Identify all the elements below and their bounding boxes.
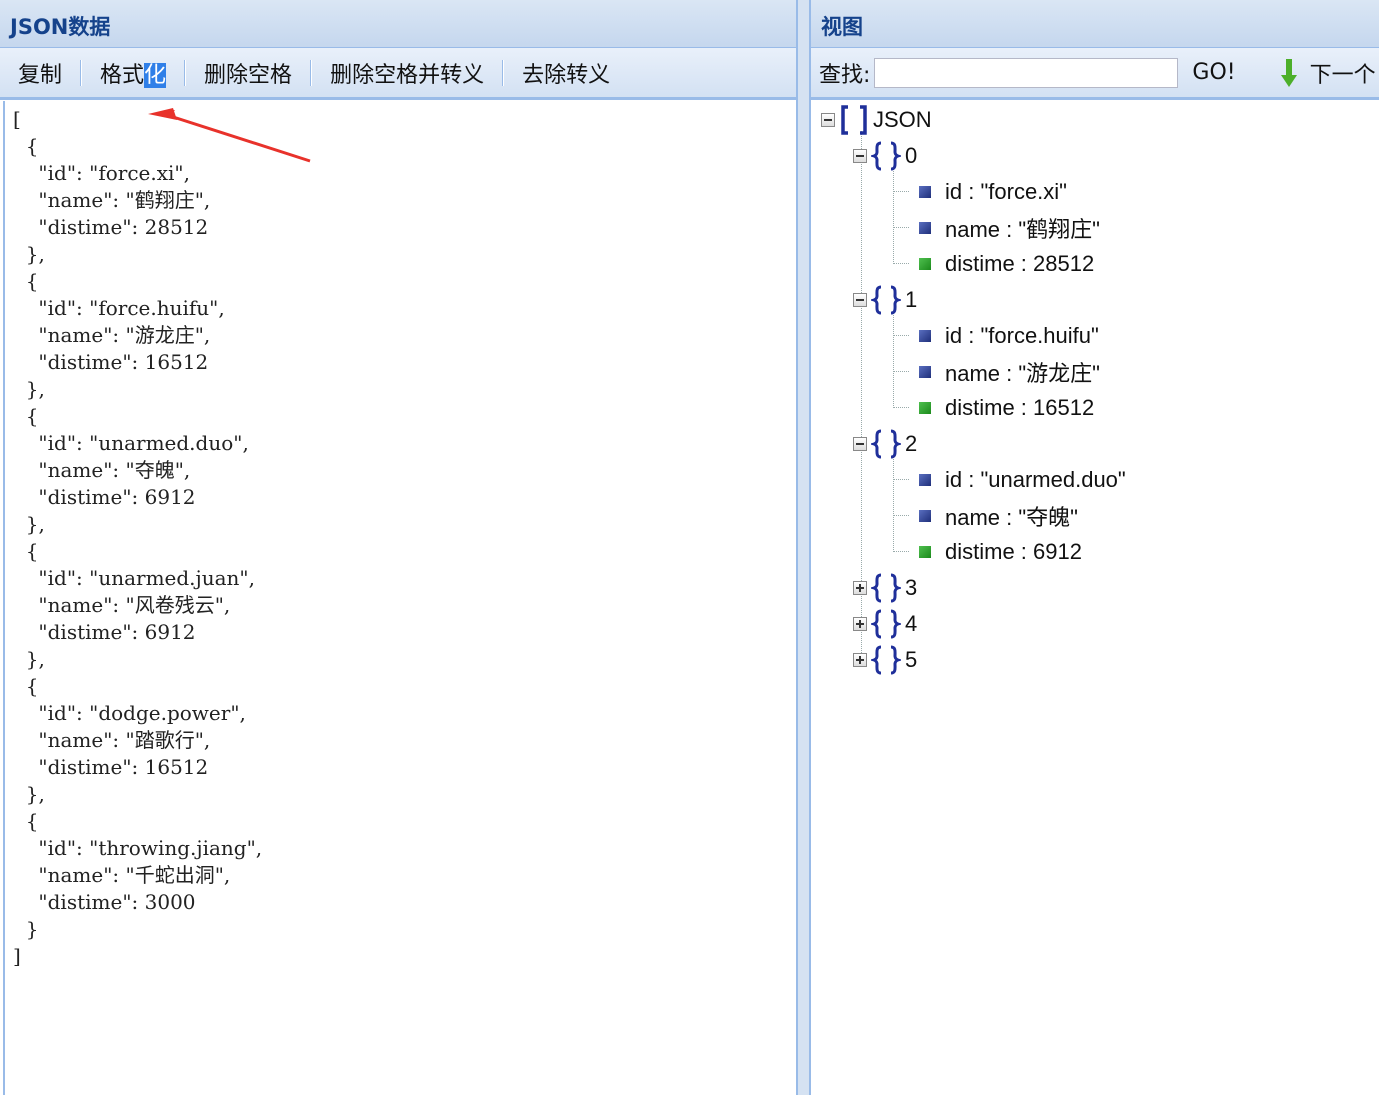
tree-object-node[interactable]: 1 <box>853 282 917 318</box>
collapse-icon[interactable] <box>853 149 867 163</box>
expand-icon[interactable] <box>853 653 867 667</box>
array-icon <box>841 105 867 135</box>
object-icon <box>871 609 901 639</box>
tree-leaf-node[interactable]: id : "force.huifu" <box>919 318 1099 354</box>
annotation-arrow-icon <box>148 108 311 163</box>
view-panel-title: 视图 <box>811 0 1379 48</box>
json-data-panel: JSON数据 复制 格式化 删除空格 删除空格并转义 去除转义 [ { "id"… <box>0 0 797 1095</box>
tree-leaf-node[interactable]: name : "鹤翔庄" <box>919 210 1100 246</box>
next-button[interactable]: 下一个 <box>1280 57 1376 89</box>
tree-leaf-label: id : "unarmed.duo" <box>945 467 1126 492</box>
tree-connector <box>893 263 909 264</box>
tree-connector <box>893 515 909 516</box>
json-tree: JSON 0 id : "force.xi" name : "鹤翔庄" dist… <box>811 101 1379 1095</box>
tree-connector <box>893 169 894 264</box>
collapse-icon[interactable] <box>821 113 835 127</box>
tree-node-key: 4 <box>905 611 918 636</box>
tree-leaf-label: name : "夺魄" <box>945 505 1078 530</box>
tree-leaf-node[interactable]: distime : 16512 <box>919 390 1094 426</box>
tree-connector <box>893 407 909 408</box>
toolbar-separator <box>184 59 187 86</box>
copy-button[interactable]: 复制 <box>8 57 72 89</box>
tree-node-key: 1 <box>905 287 918 312</box>
number-value-icon <box>919 546 931 558</box>
expand-icon[interactable] <box>853 617 867 631</box>
number-value-icon <box>919 402 931 414</box>
search-toolbar: 查找: GO! 下一个 <box>811 48 1379 100</box>
tree-connector <box>893 551 909 552</box>
remove-escape-button[interactable]: 去除转义 <box>512 57 620 89</box>
string-value-icon <box>919 510 931 522</box>
tree-leaf-label: distime : 28512 <box>945 251 1095 276</box>
object-icon <box>871 285 901 315</box>
string-value-icon <box>919 186 931 198</box>
remove-spaces-button[interactable]: 删除空格 <box>194 57 302 89</box>
number-value-icon <box>919 258 931 270</box>
string-value-icon <box>919 222 931 234</box>
view-panel: 视图 查找: GO! 下一个 JSON 0 id: "force.xi" na… <box>810 0 1379 1095</box>
toolbar-separator <box>80 59 83 86</box>
tree-object-node[interactable]: 5 <box>853 642 917 678</box>
search-label: 查找: <box>819 62 871 88</box>
tree-node-key: 5 <box>905 647 918 672</box>
object-icon <box>871 573 901 603</box>
remove-spaces-escape-button[interactable]: 删除空格并转义 <box>320 57 494 89</box>
string-value-icon <box>919 330 931 342</box>
tree-leaf-label: name : "鹤翔庄" <box>945 217 1100 242</box>
tree-leaf-node[interactable]: name : "游龙庄" <box>919 354 1100 390</box>
collapse-icon[interactable] <box>853 293 867 307</box>
tree-leaf-label: distime : 6912 <box>945 539 1082 564</box>
tree-leaf-label: id : "force.xi" <box>945 179 1067 204</box>
tree-object-node[interactable]: 2 <box>853 426 917 462</box>
tree-connector <box>893 313 894 408</box>
search-input[interactable] <box>874 57 1179 88</box>
tree-leaf-node[interactable]: distime : 28512 <box>919 246 1094 282</box>
json-data-panel-title: JSON数据 <box>0 0 796 48</box>
tree-object-node[interactable]: 3 <box>853 570 917 606</box>
tree-connector <box>893 227 909 228</box>
tree-connector <box>893 457 894 552</box>
format-button-selected-text: 化 <box>144 62 167 88</box>
json-editor[interactable]: [ { "id": "force.xi", "name": "鹤翔庄", "di… <box>3 101 794 1095</box>
tree-node-key: 0 <box>905 143 918 168</box>
tree-connector <box>893 371 909 372</box>
tree-leaf-node[interactable]: distime : 6912 <box>919 534 1082 570</box>
string-value-icon <box>919 366 931 378</box>
format-button-label: 格式 <box>100 62 145 88</box>
json-toolbar: 复制 格式化 删除空格 删除空格并转义 去除转义 <box>0 48 796 100</box>
tree-leaf-node[interactable]: name : "夺魄" <box>919 498 1078 534</box>
tree-root-label: JSON <box>873 107 932 132</box>
tree-leaf-label: id : "force.huifu" <box>945 323 1099 348</box>
expand-icon[interactable] <box>853 581 867 595</box>
tree-leaf-node[interactable]: id : "unarmed.duo" <box>919 462 1126 498</box>
go-button[interactable]: GO! <box>1192 60 1235 85</box>
tree-node-key: 3 <box>905 575 918 600</box>
object-icon <box>871 429 901 459</box>
format-button[interactable]: 格式化 <box>90 57 176 89</box>
string-value-icon <box>919 474 931 486</box>
tree-connector <box>893 479 909 480</box>
toolbar-separator <box>502 59 505 86</box>
tree-leaf-label: distime : 16512 <box>945 395 1095 420</box>
tree-object-node[interactable]: 0 <box>853 138 917 174</box>
tree-node-key: 2 <box>905 431 918 456</box>
tree-root-node[interactable]: JSON <box>821 102 932 138</box>
tree-connector <box>893 335 909 336</box>
tree-connector <box>893 191 909 192</box>
tree-leaf-node[interactable]: id : "force.xi" <box>919 174 1067 210</box>
toolbar-separator <box>310 59 313 86</box>
down-arrow-icon <box>1280 58 1297 87</box>
object-icon <box>871 141 901 171</box>
tree-leaf-label: name : "游龙庄" <box>945 361 1100 386</box>
collapse-icon[interactable] <box>853 437 867 451</box>
next-button-label: 下一个 <box>1309 62 1376 88</box>
object-icon <box>871 645 901 675</box>
panel-splitter[interactable] <box>797 0 810 1095</box>
tree-object-node[interactable]: 4 <box>853 606 917 642</box>
